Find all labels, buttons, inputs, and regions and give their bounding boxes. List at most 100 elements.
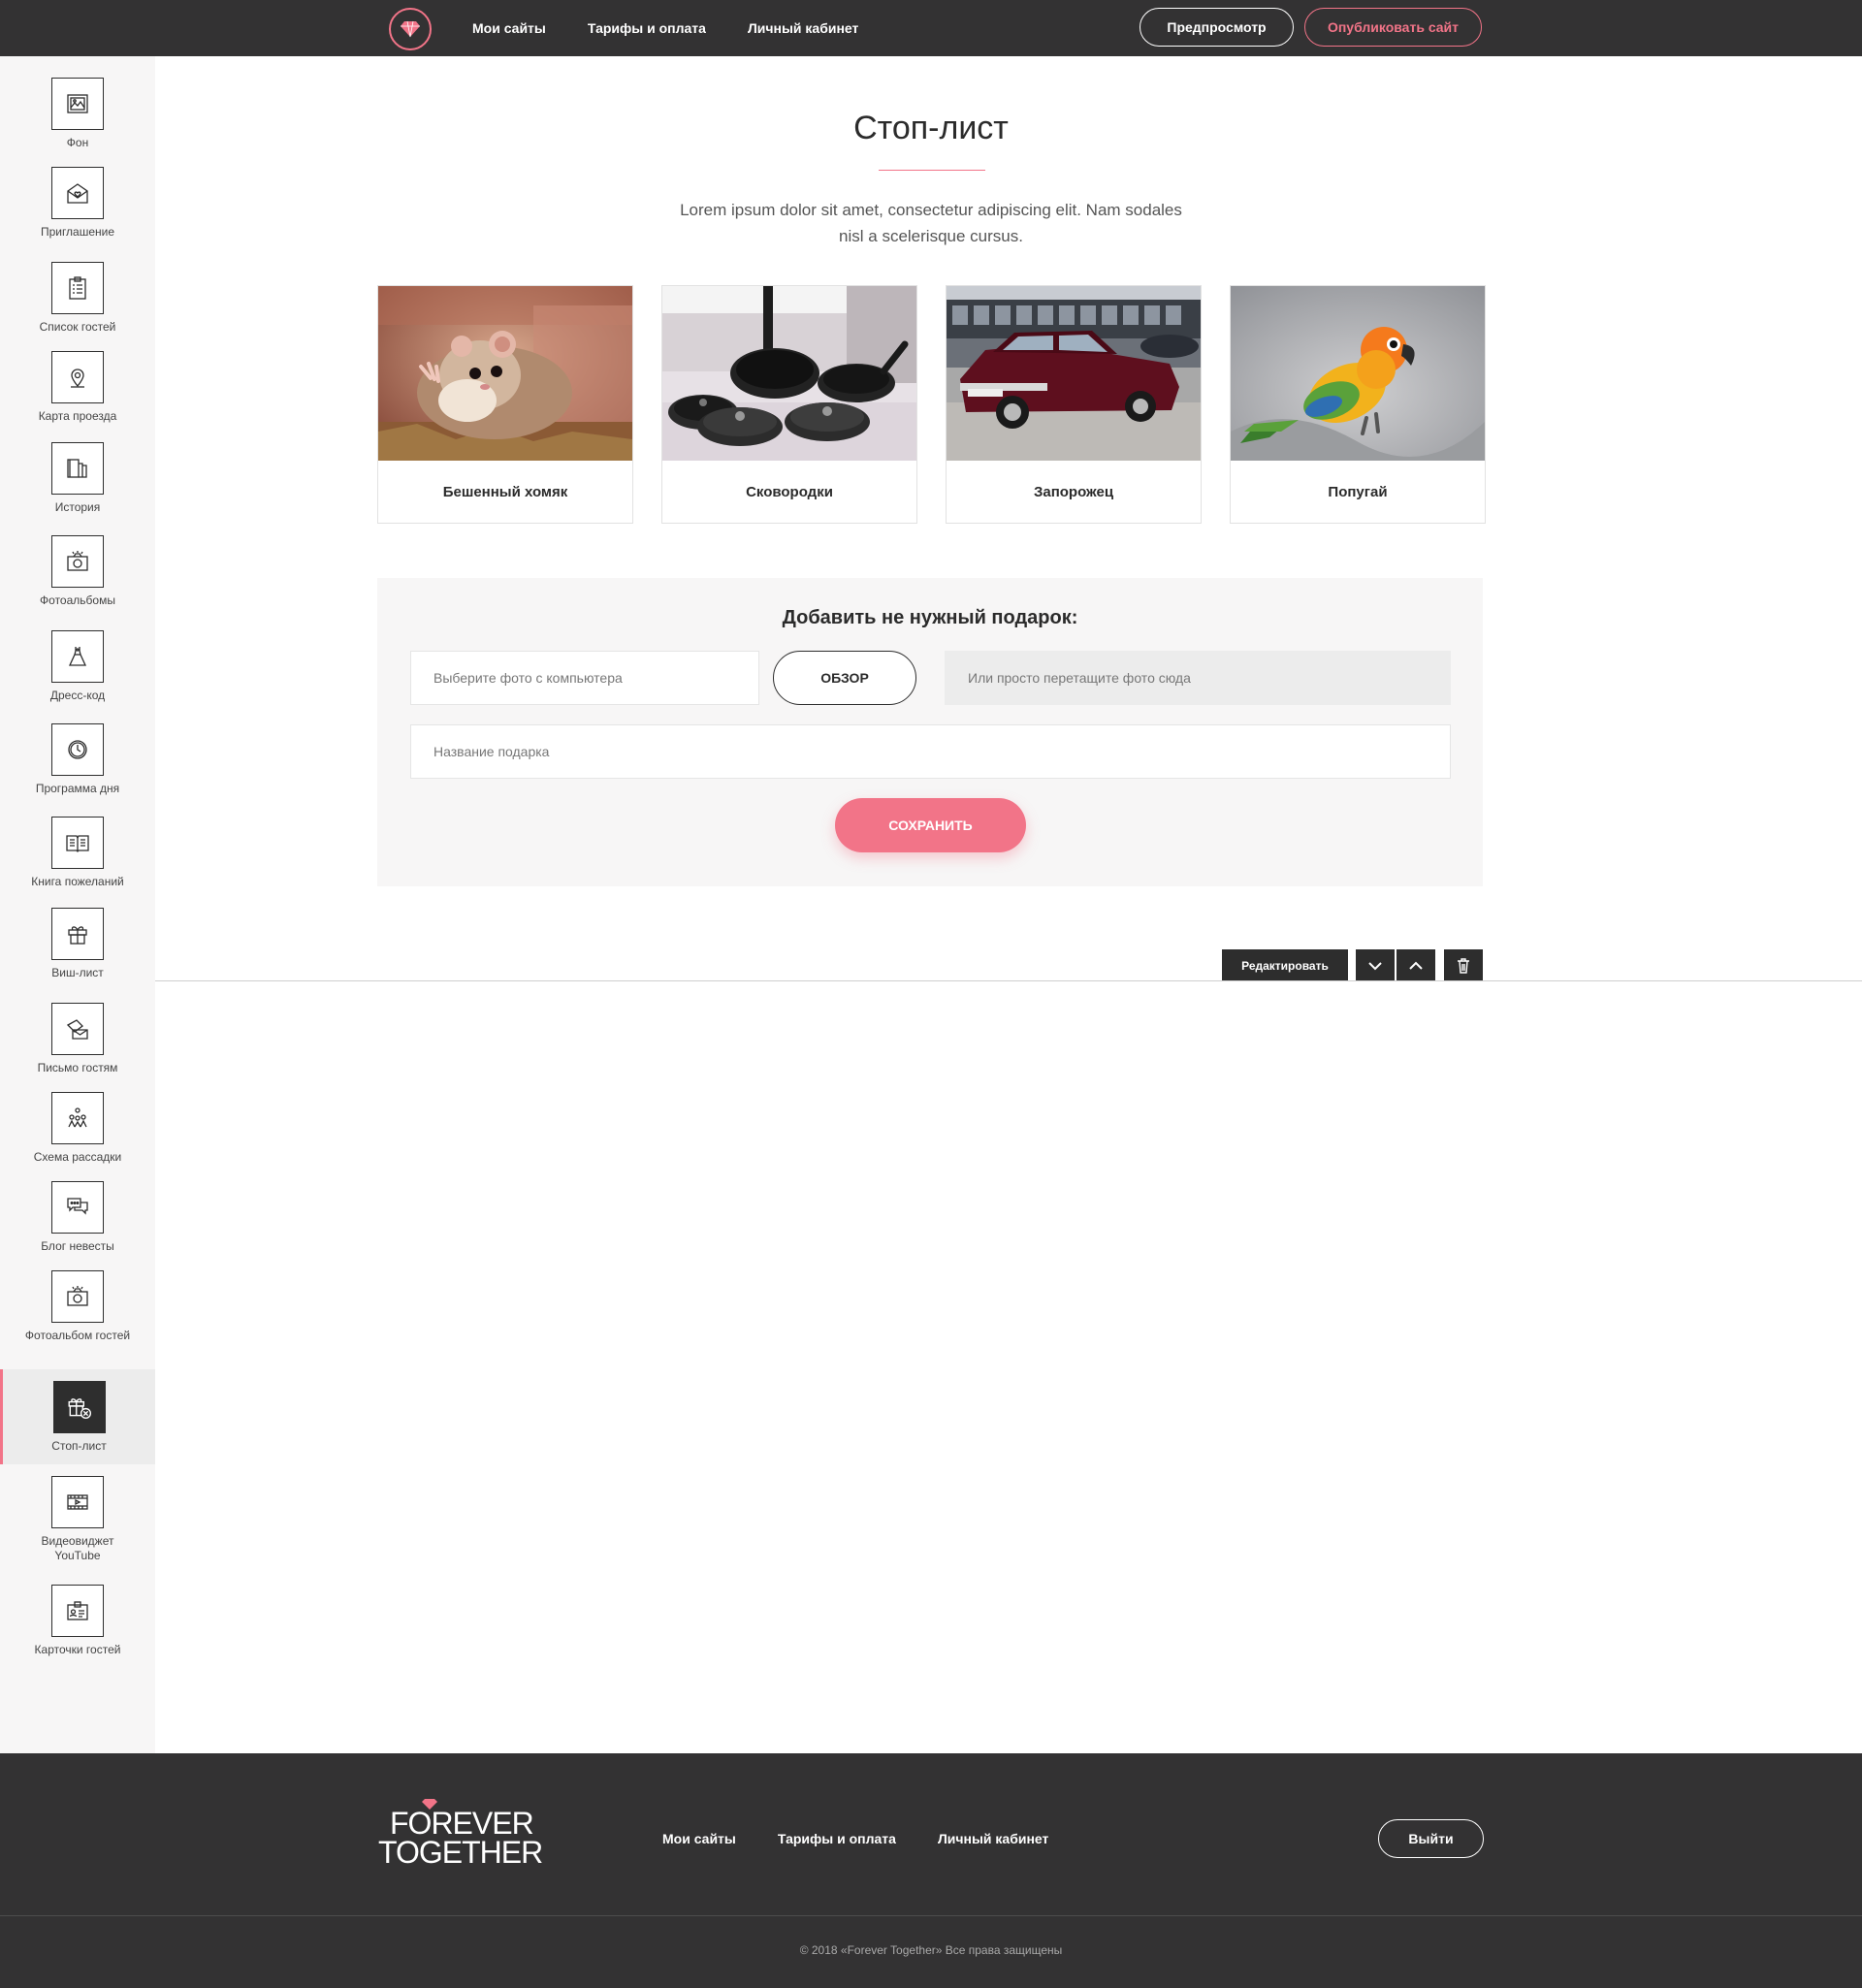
sidebar-item-photoalbums[interactable]: Фотоальбомы bbox=[0, 535, 155, 608]
sidebar-item-label: Карта проезда bbox=[38, 409, 117, 423]
photo-dropzone[interactable]: Или просто перетащите фото сюда bbox=[945, 651, 1451, 705]
title-underline bbox=[879, 170, 985, 171]
photo-file-input[interactable]: Выберите фото с компьютера bbox=[410, 651, 759, 705]
camera-icon bbox=[51, 1270, 104, 1323]
footer-nav-pricing[interactable]: Тарифы и оплата bbox=[778, 1831, 896, 1846]
sidebar-item-story[interactable]: История bbox=[0, 442, 155, 515]
top-nav: Мои сайты Тарифы и оплата Личный кабинет bbox=[472, 0, 858, 56]
chevron-down-icon bbox=[1368, 961, 1382, 970]
gift-card[interactable]: Попугай bbox=[1230, 285, 1486, 524]
seating-icon bbox=[51, 1092, 104, 1144]
footer-nav: Мои сайты Тарифы и оплата Личный кабинет bbox=[662, 1831, 1048, 1846]
parrot-image bbox=[1231, 286, 1485, 461]
clipboard-list-icon bbox=[51, 262, 104, 314]
trash-icon bbox=[1458, 957, 1469, 974]
chat-bubbles-icon bbox=[51, 1181, 104, 1234]
sidebar-item-label: Фотоальбом гостей bbox=[24, 1329, 131, 1342]
footer-divider bbox=[0, 1915, 1862, 1916]
page-subtitle: Lorem ipsum dolor sit amet, consectetur … bbox=[680, 201, 1182, 245]
sidebar-item-background[interactable]: Фон bbox=[0, 78, 155, 150]
sidebar-item-invitation[interactable]: Приглашение bbox=[0, 167, 155, 240]
gift-cancel-icon bbox=[52, 1381, 106, 1433]
sidebar-item-wish-list[interactable]: Виш-лист bbox=[0, 908, 155, 980]
book-icon bbox=[51, 442, 104, 495]
video-icon bbox=[51, 1476, 104, 1528]
page-title: Стоп-лист bbox=[853, 110, 1009, 146]
chevron-up-icon bbox=[1409, 961, 1423, 970]
sidebar-item-label: Письмо гостям bbox=[37, 1061, 118, 1074]
add-unwanted-gift-form: Добавить не нужный подарок: Выберите фот… bbox=[377, 578, 1483, 886]
clock-icon bbox=[51, 723, 104, 776]
sidebar-item-label: Дресс-код bbox=[49, 689, 106, 702]
forever-together-logo[interactable]: FOREVER TOGETHER bbox=[378, 1798, 543, 1868]
id-card-icon bbox=[51, 1585, 104, 1637]
footer-nav-account[interactable]: Личный кабинет bbox=[938, 1831, 1048, 1846]
sidebar-item-label: Блог невесты bbox=[41, 1239, 114, 1253]
sidebar-item-label: Карточки гостей bbox=[34, 1643, 121, 1656]
sidebar-item-stop-list[interactable]: Стоп-лист bbox=[0, 1369, 155, 1464]
sidebar-item-wishes-book[interactable]: Книга пожеланий bbox=[0, 817, 155, 889]
open-book-icon bbox=[51, 817, 104, 869]
envelope-heart-icon bbox=[51, 167, 104, 219]
sidebar-item-label: Программа дня bbox=[35, 782, 120, 795]
sidebar-item-label: История bbox=[54, 500, 101, 514]
save-button[interactable]: СОХРАНИТЬ bbox=[835, 798, 1026, 852]
sidebar-item-label: Видеовиджет YouTube bbox=[41, 1534, 114, 1562]
brand-line-2: TOGETHER bbox=[378, 1835, 543, 1870]
preview-button[interactable]: Предпросмотр bbox=[1140, 8, 1294, 47]
sidebar-item-youtube-widget[interactable]: Видеовиджет YouTube bbox=[0, 1476, 155, 1563]
frying-pans-image bbox=[662, 286, 916, 461]
browse-button[interactable]: ОБЗОР bbox=[773, 651, 916, 705]
gift-name-input[interactable]: Название подарка bbox=[410, 724, 1451, 779]
block-divider bbox=[155, 980, 1862, 981]
map-pin-icon bbox=[51, 351, 104, 403]
edit-block-button[interactable]: Редактировать bbox=[1222, 949, 1348, 981]
letters-icon bbox=[51, 1003, 104, 1055]
stop-list-cards: Бешенный хомяк Сковородки Запорожец Попу… bbox=[377, 285, 1486, 524]
sidebar-item-guest-letter[interactable]: Письмо гостям bbox=[0, 1003, 155, 1075]
camera-icon bbox=[51, 535, 104, 588]
hamster-image bbox=[378, 286, 632, 461]
footer-nav-my-sites[interactable]: Мои сайты bbox=[662, 1831, 736, 1846]
sidebar-item-seating[interactable]: Схема рассадки bbox=[0, 1092, 155, 1165]
logout-button[interactable]: Выйти bbox=[1378, 1819, 1484, 1858]
move-down-button[interactable] bbox=[1356, 949, 1395, 981]
delete-block-button[interactable] bbox=[1444, 949, 1483, 981]
sidebar-item-label: Схема рассадки bbox=[33, 1150, 122, 1164]
sidebar-item-label: Виш-лист bbox=[51, 966, 104, 979]
gift-card-name: Бешенный хомяк bbox=[442, 483, 568, 500]
footer: FOREVER TOGETHER Мои сайты Тарифы и опла… bbox=[0, 1753, 1862, 1988]
gift-card-name: Запорожец bbox=[1033, 483, 1114, 500]
sidebar-item-map[interactable]: Карта проезда bbox=[0, 351, 155, 424]
sidebar-item-guest-cards[interactable]: Карточки гостей bbox=[0, 1585, 155, 1657]
sidebar-item-label: Книга пожеланий bbox=[31, 875, 124, 888]
gift-card-name: Сковородки bbox=[746, 483, 833, 500]
sidebar-item-label: Приглашение bbox=[40, 225, 115, 239]
sidebar-item-dress-code[interactable]: Дресс-код bbox=[0, 630, 155, 703]
gift-icon bbox=[51, 908, 104, 960]
image-icon bbox=[51, 78, 104, 130]
move-up-button[interactable] bbox=[1396, 949, 1435, 981]
sidebar-item-label: Фотоальбомы bbox=[40, 593, 115, 607]
sidebar-item-label: Фон bbox=[66, 136, 89, 149]
gift-card[interactable]: Сковородки bbox=[661, 285, 917, 524]
nav-my-sites[interactable]: Мои сайты bbox=[472, 20, 546, 36]
nav-account[interactable]: Личный кабинет bbox=[748, 20, 858, 36]
publish-button[interactable]: Опубликовать сайт bbox=[1304, 8, 1482, 47]
sidebar-item-bride-blog[interactable]: Блог невесты bbox=[0, 1181, 155, 1254]
diamond-logo-icon[interactable] bbox=[389, 8, 432, 50]
sidebar-item-label: Список гостей bbox=[39, 320, 116, 334]
sidebar-item-guest-photoalbum[interactable]: Фотоальбом гостей bbox=[0, 1270, 155, 1343]
sidebar-item-guest-list[interactable]: Список гостей bbox=[0, 262, 155, 335]
sidebar: Фон Приглашение Список гостей Карта прое… bbox=[0, 56, 155, 1753]
gift-card[interactable]: Запорожец bbox=[946, 285, 1202, 524]
gift-card-name: Попугай bbox=[1328, 483, 1388, 500]
top-navbar: Мои сайты Тарифы и оплата Личный кабинет… bbox=[0, 0, 1862, 56]
sidebar-item-label: Стоп-лист bbox=[51, 1439, 107, 1453]
nav-pricing[interactable]: Тарифы и оплата bbox=[588, 20, 706, 36]
dress-icon bbox=[51, 630, 104, 683]
gift-card[interactable]: Бешенный хомяк bbox=[377, 285, 633, 524]
zaporozhets-car-image bbox=[947, 286, 1201, 461]
form-heading: Добавить не нужный подарок: bbox=[782, 607, 1078, 628]
sidebar-item-day-program[interactable]: Программа дня bbox=[0, 723, 155, 796]
